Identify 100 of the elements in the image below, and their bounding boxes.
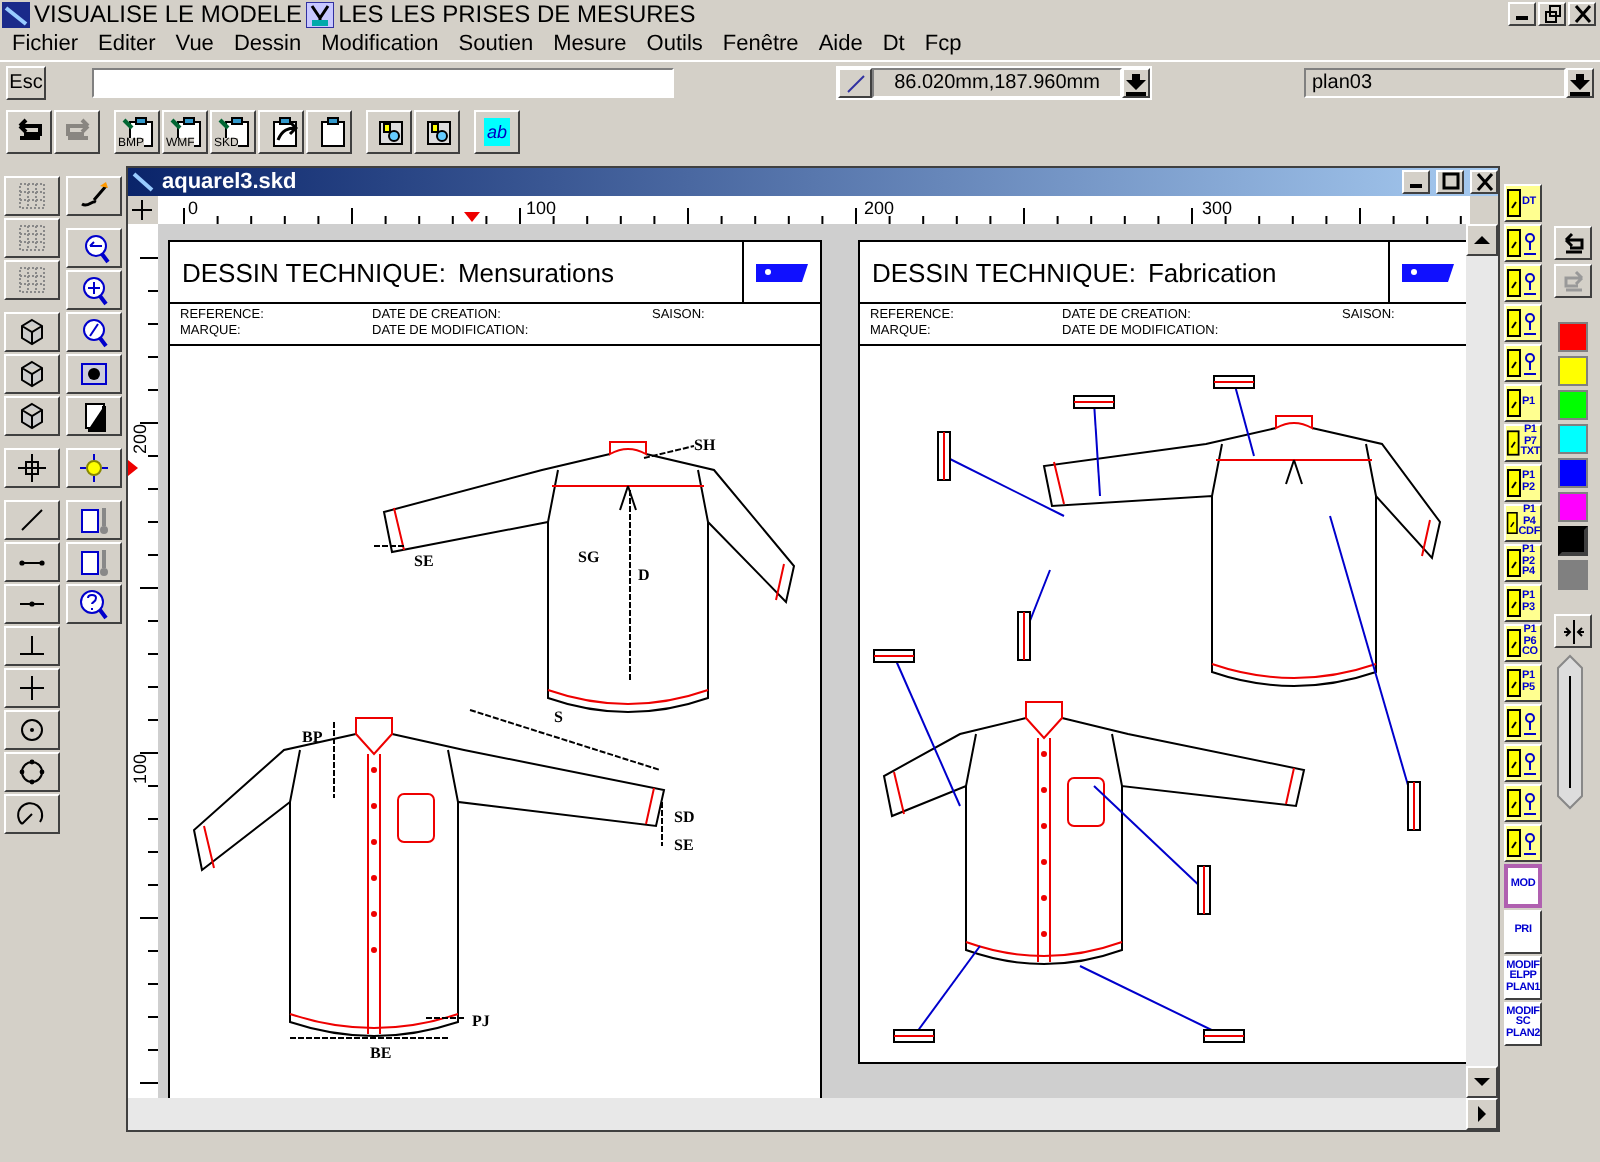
plan-combo-box[interactable]: plan03 bbox=[1304, 68, 1566, 98]
dropdown-button[interactable] bbox=[1122, 68, 1150, 98]
cube-tool-button[interactable] bbox=[4, 396, 60, 436]
coordinates-display: 86.020mm,187.960mm bbox=[872, 68, 1122, 98]
perpendicular-tool-button[interactable] bbox=[4, 626, 60, 666]
measure-label: SD bbox=[674, 808, 695, 826]
grid-tool-button[interactable] bbox=[4, 176, 60, 216]
camera-button[interactable] bbox=[366, 110, 412, 154]
menu-item[interactable]: Soutien bbox=[448, 32, 544, 56]
tangent-tool-button[interactable] bbox=[4, 794, 60, 834]
line-tool-button[interactable] bbox=[4, 500, 60, 540]
grid-icon bbox=[16, 180, 48, 212]
menu-item[interactable]: Dt bbox=[872, 32, 915, 56]
close-button[interactable] bbox=[1470, 170, 1498, 194]
color-swatch[interactable] bbox=[1558, 356, 1588, 386]
layer-tool-button[interactable] bbox=[1504, 824, 1542, 862]
grid-tool-button[interactable] bbox=[4, 260, 60, 300]
split-button[interactable] bbox=[1554, 614, 1592, 648]
camera-button[interactable] bbox=[414, 110, 460, 154]
pen-tool-button[interactable] bbox=[66, 176, 122, 216]
layer-tool-button[interactable] bbox=[1504, 344, 1542, 382]
minimize-icon bbox=[1410, 184, 1422, 188]
scroll-up-button[interactable] bbox=[1466, 224, 1498, 256]
intersection-tool-button[interactable] bbox=[4, 668, 60, 708]
company-logo-icon bbox=[1400, 259, 1456, 285]
layer-tool-button[interactable] bbox=[1504, 704, 1542, 742]
color-swatch[interactable] bbox=[1558, 560, 1588, 590]
snap-point-tool-button[interactable] bbox=[4, 448, 60, 488]
ruler-label: 200 bbox=[864, 198, 895, 218]
color-swatch[interactable] bbox=[1558, 492, 1588, 522]
ruler-label: 200 bbox=[130, 423, 150, 454]
maximize-button[interactable] bbox=[1436, 170, 1464, 194]
menu-item[interactable]: Fenêtre bbox=[712, 32, 809, 56]
cube-icon bbox=[16, 316, 48, 348]
dropdown-button[interactable] bbox=[1566, 68, 1594, 98]
undo-button[interactable] bbox=[1554, 226, 1592, 260]
menu-item[interactable]: Aide bbox=[808, 32, 873, 56]
clipboard-button[interactable] bbox=[306, 110, 352, 154]
layer-tool-button[interactable] bbox=[66, 500, 122, 540]
layer-tool-button[interactable] bbox=[1504, 264, 1542, 302]
menu-item[interactable]: Vue bbox=[165, 32, 224, 56]
redo-button[interactable] bbox=[1554, 264, 1592, 298]
view-icon bbox=[78, 358, 110, 390]
grid-layer-tool-button[interactable] bbox=[66, 542, 122, 582]
menu-item[interactable]: Modification bbox=[311, 32, 449, 56]
segment-tool-button[interactable] bbox=[4, 542, 60, 582]
minimize-button[interactable] bbox=[1508, 2, 1536, 26]
paste-button[interactable] bbox=[258, 110, 304, 154]
node-icon bbox=[1522, 711, 1538, 735]
zoom-previous-tool-button[interactable] bbox=[66, 228, 122, 268]
color-swatch[interactable] bbox=[1558, 322, 1588, 352]
menu-item[interactable]: Fcp bbox=[914, 32, 972, 56]
close-button[interactable] bbox=[1568, 2, 1596, 26]
menu-item[interactable]: Fichier bbox=[2, 32, 89, 56]
scroll-down-button[interactable] bbox=[1466, 1066, 1498, 1098]
cube-tool-button[interactable] bbox=[4, 354, 60, 394]
menu-item[interactable]: Editer bbox=[88, 32, 166, 56]
menu-item[interactable]: Mesure bbox=[543, 32, 637, 56]
zoom-in-tool-button[interactable] bbox=[66, 270, 122, 310]
color-swatch[interactable] bbox=[1558, 526, 1588, 556]
midpoint-tool-button[interactable] bbox=[4, 584, 60, 624]
app-logo-icon bbox=[2, 1, 30, 27]
layer-tool-button[interactable] bbox=[1504, 784, 1542, 822]
measure-label: D bbox=[638, 566, 650, 584]
text-style-button[interactable]: ab bbox=[474, 110, 520, 154]
redo-arrows-icon bbox=[1559, 267, 1587, 295]
color-swatch[interactable] bbox=[1558, 424, 1588, 454]
circle-tool-button[interactable] bbox=[4, 752, 60, 792]
node-icon bbox=[1522, 831, 1538, 855]
undo-button[interactable] bbox=[6, 110, 52, 154]
page-tool-button[interactable] bbox=[66, 396, 122, 436]
command-input-field[interactable] bbox=[92, 68, 674, 98]
escape-button[interactable]: Esc bbox=[6, 66, 46, 100]
layer-tool-button[interactable] bbox=[1504, 744, 1542, 782]
layer-tool-button[interactable] bbox=[1504, 224, 1542, 262]
document-icon bbox=[1506, 188, 1522, 218]
help-zoom-tool-button[interactable] bbox=[66, 584, 122, 624]
measure-line-button[interactable] bbox=[838, 68, 872, 98]
color-swatch[interactable] bbox=[1558, 458, 1588, 488]
grid-tool-button[interactable] bbox=[4, 218, 60, 258]
document-icon bbox=[1506, 388, 1522, 418]
document-icon bbox=[1506, 548, 1522, 578]
ruler-label: 0 bbox=[188, 198, 199, 218]
measure-label: BE bbox=[370, 1044, 392, 1062]
maximize-icon bbox=[1441, 172, 1459, 192]
ruler-label: 100 bbox=[526, 198, 557, 218]
cube-tool-button[interactable] bbox=[4, 312, 60, 352]
color-swatch[interactable] bbox=[1558, 390, 1588, 420]
menu-item[interactable]: Outils bbox=[636, 32, 713, 56]
zoom-percent-tool-button[interactable] bbox=[66, 312, 122, 352]
circle-center-tool-button[interactable] bbox=[4, 710, 60, 750]
menu-item[interactable]: Dessin bbox=[223, 32, 312, 56]
minimize-button[interactable] bbox=[1402, 170, 1430, 194]
restore-button[interactable] bbox=[1538, 2, 1566, 26]
measure-label: BP bbox=[302, 728, 323, 746]
layer-tool-button[interactable] bbox=[1504, 304, 1542, 342]
view-tool-button[interactable] bbox=[66, 354, 122, 394]
sheet-heading: DESSIN TECHNIQUE: bbox=[872, 257, 1136, 287]
scroll-right-button[interactable] bbox=[1466, 1098, 1498, 1130]
light-tool-button[interactable] bbox=[66, 448, 122, 488]
